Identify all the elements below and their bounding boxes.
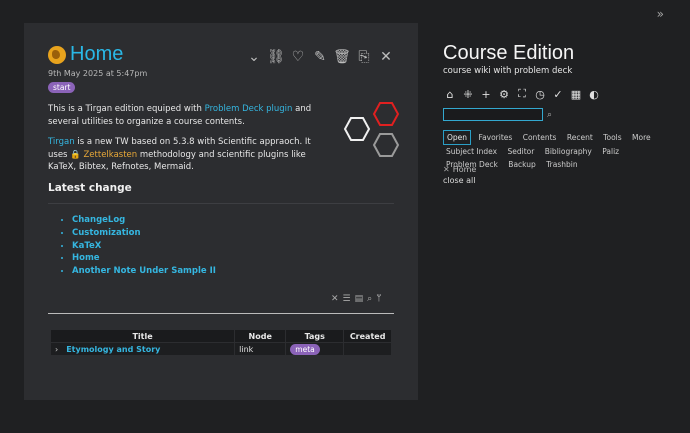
tab-favorites[interactable]: Favorites <box>475 131 515 144</box>
col-created[interactable]: Created <box>343 329 392 343</box>
created-cell <box>343 342 392 356</box>
site-subtitle: course wiki with problem deck <box>443 66 573 76</box>
comment-icon[interactable]: ▤ <box>355 294 364 304</box>
table-row: › Etymology and Story link meta <box>49 342 392 356</box>
tiddler-body: This is a Tirgan edition equiped with Pr… <box>48 103 318 182</box>
export-icon[interactable]: ⎘ <box>356 49 372 65</box>
layout-icon[interactable]: ⁜ <box>461 87 475 101</box>
close-all-button[interactable]: close all <box>443 176 476 185</box>
check-icon[interactable]: ✓ <box>551 87 565 101</box>
tirgan-link[interactable]: Tirgan <box>48 137 75 147</box>
list-item[interactable]: KaTeX <box>72 240 216 253</box>
list-item[interactable]: Another Note Under Sample II <box>72 265 216 278</box>
col-node[interactable]: Node <box>234 329 287 343</box>
heart-icon[interactable]: ♡ <box>290 49 306 65</box>
tab-recent[interactable]: Recent <box>564 131 596 144</box>
search-area: ⌕ <box>443 108 552 121</box>
expand-chevron-icon[interactable]: › <box>55 345 58 354</box>
plus-icon[interactable]: + <box>479 87 493 101</box>
list-tools: ✕ ☰ ▤ ⌕ ᛘ <box>331 294 382 304</box>
open-tiddler-item[interactable]: ✕ Home <box>443 165 476 174</box>
fullscreen-icon[interactable]: ⛶ <box>515 87 529 101</box>
change-list: ChangeLog Customization KaTeX Home Anoth… <box>60 214 216 278</box>
tags-cell: meta <box>285 342 345 356</box>
tab-bibliography[interactable]: Bibliography <box>542 145 595 158</box>
divider <box>48 203 394 204</box>
tab-seditor[interactable]: Seditor <box>504 145 537 158</box>
filter-icon[interactable]: ⌕ <box>367 294 372 304</box>
hexagon-logo <box>343 102 400 157</box>
sidebar-toggle-icon[interactable]: » <box>657 7 664 21</box>
contrast-icon[interactable]: ◐ <box>587 87 601 101</box>
paragraph-1: This is a Tirgan edition equiped with Pr… <box>48 104 312 127</box>
problem-deck-link[interactable]: Problem Deck plugin <box>205 104 293 114</box>
list-icon[interactable]: ☰ <box>343 294 351 304</box>
tab-open[interactable]: Open <box>443 130 472 145</box>
tiddler-toolbar: ⌄ ⛓ ♡ ✎ 🗑 ⎘ ✕ <box>246 49 394 65</box>
row-title-link[interactable]: Etymology and Story <box>66 345 160 354</box>
tiddler-date: 9th May 2025 at 5:47pm <box>48 69 148 78</box>
story-tiddler: Home ⌄ ⛓ ♡ ✎ 🗑 ⎘ ✕ 9th May 2025 at 5:47p… <box>24 23 418 400</box>
divider <box>48 313 394 314</box>
close-icon[interactable]: ✕ <box>378 49 394 65</box>
clear-icon[interactable]: ✕ <box>331 294 339 304</box>
col-tags[interactable]: Tags <box>285 329 345 343</box>
page-controls: ⌂ ⁜ + ⚙ ⛶ ◷ ✓ ▦ ◐ <box>443 87 601 101</box>
tab-subject-index[interactable]: Subject Index <box>443 145 500 158</box>
globe-icon <box>48 45 66 64</box>
tab-paliz[interactable]: Paliz <box>599 145 622 158</box>
list-item[interactable]: Customization <box>72 227 216 240</box>
gear-icon[interactable]: ⚙ <box>497 87 511 101</box>
tiddler-table: Title Node Tags Created › Etymology and S… <box>49 329 392 356</box>
zettelkasten-link[interactable]: Zettelkasten <box>83 150 137 160</box>
chevron-down-icon[interactable]: ⌄ <box>246 49 262 65</box>
stopwatch-icon[interactable]: ◷ <box>533 87 547 101</box>
edit-icon[interactable]: ✎ <box>312 49 328 65</box>
tag-start[interactable]: start <box>48 82 76 93</box>
site-title: Course Edition <box>443 42 575 64</box>
link-icon[interactable]: ⛓ <box>267 49 285 65</box>
tab-backup[interactable]: Backup <box>505 158 539 171</box>
hex-red <box>372 102 400 126</box>
home-icon[interactable]: ⌂ <box>443 87 457 101</box>
tiddler-title-row: Home <box>48 43 123 66</box>
sidebar-tabs: Open Favorites Contents Recent Tools Mor… <box>443 130 675 171</box>
latest-change-heading: Latest change <box>48 182 132 194</box>
lock-icon: 🔒 <box>70 149 81 160</box>
tab-trashbin[interactable]: Trashbin <box>543 158 580 171</box>
list-item[interactable]: Home <box>72 252 216 265</box>
branch-icon[interactable]: ᛘ <box>376 294 381 304</box>
tab-more[interactable]: More <box>629 131 654 144</box>
hex-gray <box>372 133 400 157</box>
col-title[interactable]: Title <box>49 329 236 343</box>
list-item[interactable]: ChangeLog <box>72 214 216 227</box>
node-cell: link <box>234 342 287 356</box>
paragraph-2: Tirgan is a new TW based on 5.3.8 with S… <box>48 137 311 172</box>
hex-white <box>343 117 371 141</box>
search-icon[interactable]: ⌕ <box>547 110 552 120</box>
tag-meta[interactable]: meta <box>290 343 320 355</box>
trash-icon[interactable]: 🗑 <box>333 49 351 65</box>
search-input[interactable] <box>443 108 543 121</box>
tab-contents[interactable]: Contents <box>520 131 560 144</box>
grid-icon[interactable]: ▦ <box>569 87 583 101</box>
tab-tools[interactable]: Tools <box>600 131 624 144</box>
close-icon[interactable]: ✕ <box>443 165 450 174</box>
tiddler-title: Home <box>70 43 124 65</box>
title-cell: › Etymology and Story <box>49 342 236 356</box>
